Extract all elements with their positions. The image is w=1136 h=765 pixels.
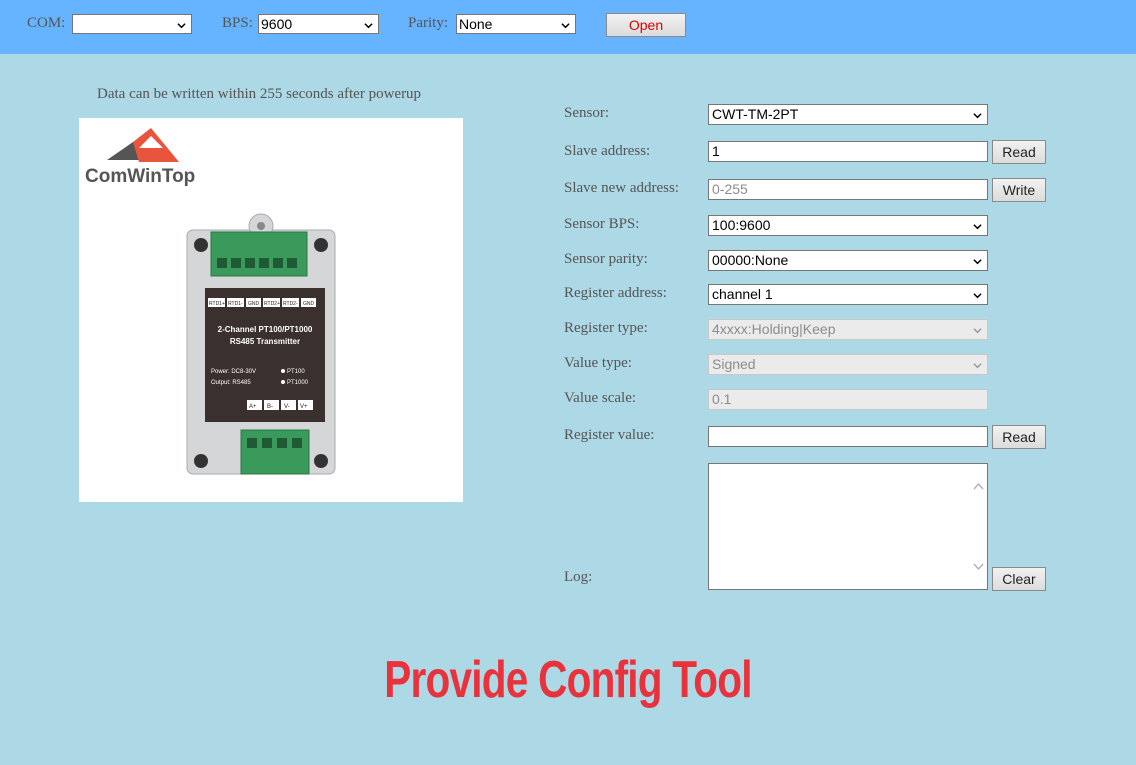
terminal-label: GND	[248, 301, 260, 307]
register-type-select: 4xxxx:Holding|Keep	[708, 319, 988, 340]
chevron-up-icon	[973, 482, 984, 490]
bps-select[interactable]: 9600	[258, 14, 379, 34]
register-type-value: 4xxxx:Holding|Keep	[712, 321, 836, 337]
parity-label: Parity:	[408, 15, 448, 31]
sensor-select[interactable]: CWT-TM-2PT	[708, 104, 988, 125]
device-power: Power: DC8-30V	[211, 369, 256, 375]
register-address-value: channel 1	[712, 286, 773, 302]
register-value-input[interactable]	[708, 426, 988, 447]
chevron-down-icon	[973, 224, 982, 230]
open-button[interactable]: Open	[606, 13, 686, 37]
chevron-down-icon	[973, 363, 982, 369]
chevron-down-icon	[177, 23, 186, 29]
terminal-label: V+	[300, 404, 308, 410]
device-output: Output: RS485	[211, 380, 251, 386]
top-toolbar: COM: BPS: 9600 Parity: None Open	[0, 0, 1136, 54]
sensor-parity-select[interactable]: 00000:None	[708, 250, 988, 271]
chevron-down-icon	[973, 113, 982, 119]
device-title-line1: 2-Channel PT100/PT1000	[218, 325, 313, 334]
slave-address-label: Slave address:	[564, 143, 651, 159]
sensor-parity-label: Sensor parity:	[564, 251, 648, 267]
value-scale-value: 0.1	[712, 391, 732, 407]
chevron-down-icon	[973, 328, 982, 334]
product-image: ComWinTop RTD1+ RTD1- GND RTD2+ RTD2- GN…	[79, 118, 463, 502]
com-select[interactable]	[72, 14, 192, 34]
device-title-line2: RS485 Transmitter	[230, 337, 300, 346]
read-value-button[interactable]: Read	[992, 425, 1046, 449]
terminal-label: RTD2+	[264, 301, 280, 307]
brand-text: ComWinTop	[85, 166, 195, 187]
log-textarea[interactable]	[708, 463, 988, 590]
value-type-value: Signed	[712, 356, 756, 372]
transmitter-illustration: ComWinTop RTD1+ RTD1- GND RTD2+ RTD2- GN…	[85, 128, 336, 475]
terminal-label: B-	[267, 404, 273, 410]
comwintop-logo: ComWinTop	[85, 128, 195, 187]
value-scale-input: 0.1	[708, 389, 988, 410]
parity-select[interactable]: None	[456, 14, 576, 34]
chevron-down-icon	[973, 293, 982, 299]
com-label: COM:	[27, 15, 66, 31]
register-address-select[interactable]: channel 1	[708, 284, 988, 305]
device-opt2: PT1000	[287, 380, 309, 386]
sensor-bps-select[interactable]: 100:9600	[708, 215, 988, 236]
terminal-label: RTD2-	[283, 301, 298, 307]
value-type-select: Signed	[708, 354, 988, 375]
slave-new-address-placeholder: 0-255	[712, 181, 748, 197]
chevron-down-icon	[561, 23, 570, 29]
chevron-down-icon	[973, 259, 982, 265]
slave-new-address-input[interactable]: 0-255	[708, 179, 988, 200]
device-opt1: PT100	[287, 369, 305, 375]
log-label: Log:	[564, 569, 593, 585]
value-type-label: Value type:	[564, 355, 632, 371]
sensor-bps-label: Sensor BPS:	[564, 216, 640, 232]
log-scrollbar[interactable]	[970, 464, 987, 589]
sensor-select-value: CWT-TM-2PT	[712, 106, 799, 122]
promo-banner: Provide Config Tool	[384, 651, 752, 709]
sensor-parity-value: 00000:None	[712, 252, 789, 268]
parity-select-value: None	[459, 16, 493, 32]
terminal-label: V-	[284, 404, 290, 410]
bps-select-value: 9600	[261, 16, 293, 32]
slave-new-address-label: Slave new address:	[564, 180, 679, 196]
terminal-label: A+	[249, 404, 257, 410]
chevron-down-icon	[364, 23, 373, 29]
sensor-label: Sensor:	[564, 105, 609, 121]
register-address-label: Register address:	[564, 285, 667, 301]
write-button[interactable]: Write	[992, 178, 1046, 202]
register-type-label: Register type:	[564, 320, 648, 336]
slave-address-value: 1	[712, 143, 720, 159]
terminal-label: GND	[303, 301, 315, 307]
value-scale-label: Value scale:	[564, 390, 637, 406]
read-address-button[interactable]: Read	[992, 140, 1046, 164]
terminal-label: RTD1+	[209, 301, 225, 307]
chevron-down-icon	[973, 563, 984, 571]
terminal-label: RTD1-	[228, 301, 243, 307]
clear-button[interactable]: Clear	[992, 567, 1046, 591]
slave-address-input[interactable]: 1	[708, 141, 988, 162]
sensor-bps-value: 100:9600	[712, 217, 771, 233]
powerup-caption: Data can be written within 255 seconds a…	[97, 86, 422, 102]
register-value-label: Register value:	[564, 427, 655, 443]
bps-label: BPS:	[222, 15, 253, 31]
